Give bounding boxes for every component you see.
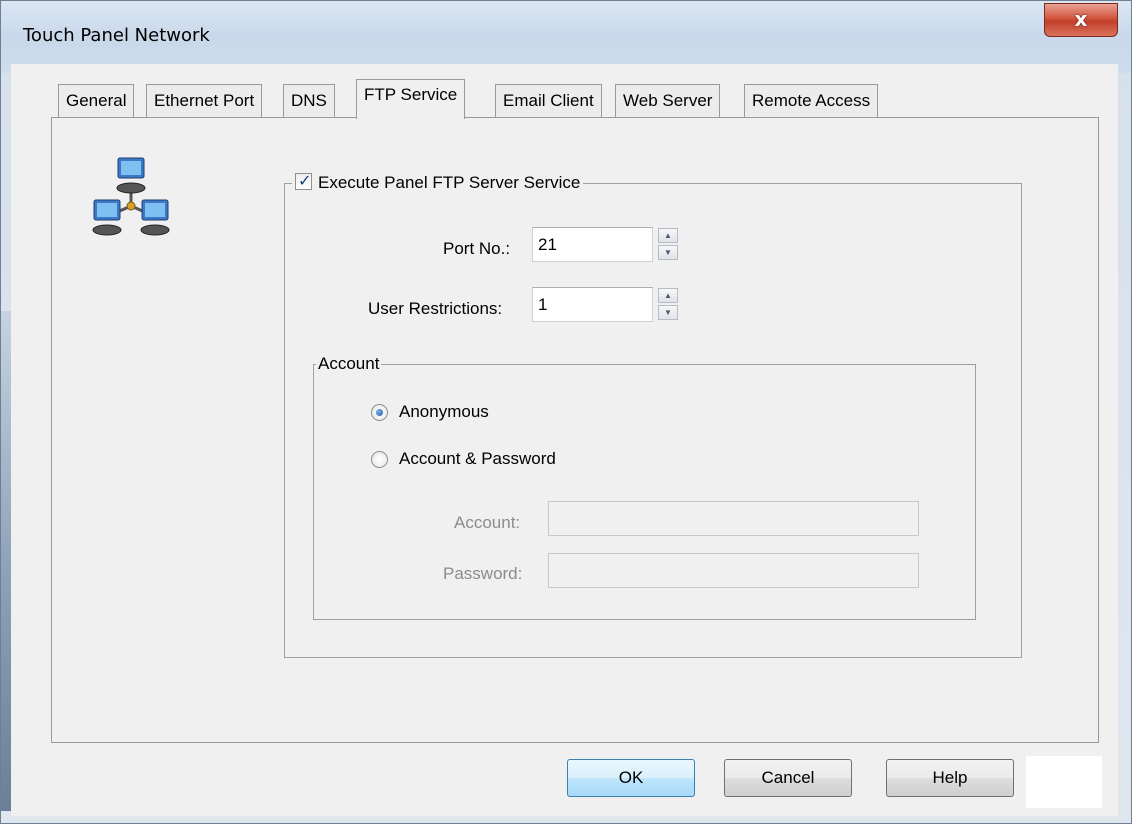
tab-dns[interactable]: DNS xyxy=(283,84,335,117)
password-field-label: Password: xyxy=(443,564,523,583)
radio-selected-dot xyxy=(376,409,383,416)
ftp-enable-option[interactable]: ✓ Execute Panel FTP Server Service xyxy=(292,173,584,193)
port-label: Port No.: xyxy=(443,239,511,258)
port-input[interactable]: 21 xyxy=(532,227,653,262)
user-restrictions-spinner[interactable]: ▲ ▼ xyxy=(658,288,678,321)
spin-up-icon[interactable]: ▲ xyxy=(658,288,678,303)
tab-remote-access[interactable]: Remote Access xyxy=(744,84,879,117)
ftp-enable-checkbox[interactable]: ✓ xyxy=(295,173,312,190)
account-field-label: Account: xyxy=(454,513,521,532)
tab-ftp-service[interactable]: FTP Service xyxy=(356,79,466,119)
tab-general[interactable]: General xyxy=(58,84,135,117)
window-title: Touch Panel Network xyxy=(23,25,210,46)
anonymous-label[interactable]: Anonymous xyxy=(399,402,489,422)
user-restrictions-label: User Restrictions: xyxy=(368,299,503,318)
cancel-button[interactable]: Cancel xyxy=(724,759,852,797)
checkmark-icon: ✓ xyxy=(298,173,312,190)
tab-ethernet-port[interactable]: Ethernet Port xyxy=(146,84,263,117)
resize-area xyxy=(1026,756,1102,808)
ftp-enable-label: Execute Panel FTP Server Service xyxy=(318,173,581,192)
spin-down-icon[interactable]: ▼ xyxy=(658,245,678,260)
close-button[interactable]: x xyxy=(1044,3,1118,37)
account-password-label[interactable]: Account & Password xyxy=(399,449,556,469)
help-button[interactable]: Help xyxy=(886,759,1014,797)
title-bar[interactable]: Touch Panel Network x xyxy=(1,1,1131,73)
anonymous-radio[interactable] xyxy=(371,404,388,421)
user-restrictions-input[interactable]: 1 xyxy=(532,287,653,322)
port-spinner[interactable]: ▲ ▼ xyxy=(658,228,678,261)
account-password-radio[interactable] xyxy=(371,451,388,468)
spin-down-icon[interactable]: ▼ xyxy=(658,305,678,320)
tab-email-client[interactable]: Email Client xyxy=(495,84,602,117)
account-input[interactable] xyxy=(548,501,919,536)
account-group-label: Account xyxy=(316,354,382,374)
spin-up-icon[interactable]: ▲ xyxy=(658,228,678,243)
password-input[interactable] xyxy=(548,553,919,588)
close-icon: x xyxy=(1074,7,1088,31)
ok-button[interactable]: OK xyxy=(567,759,695,797)
network-computers-icon xyxy=(92,157,170,236)
tab-web-server[interactable]: Web Server xyxy=(615,84,721,117)
